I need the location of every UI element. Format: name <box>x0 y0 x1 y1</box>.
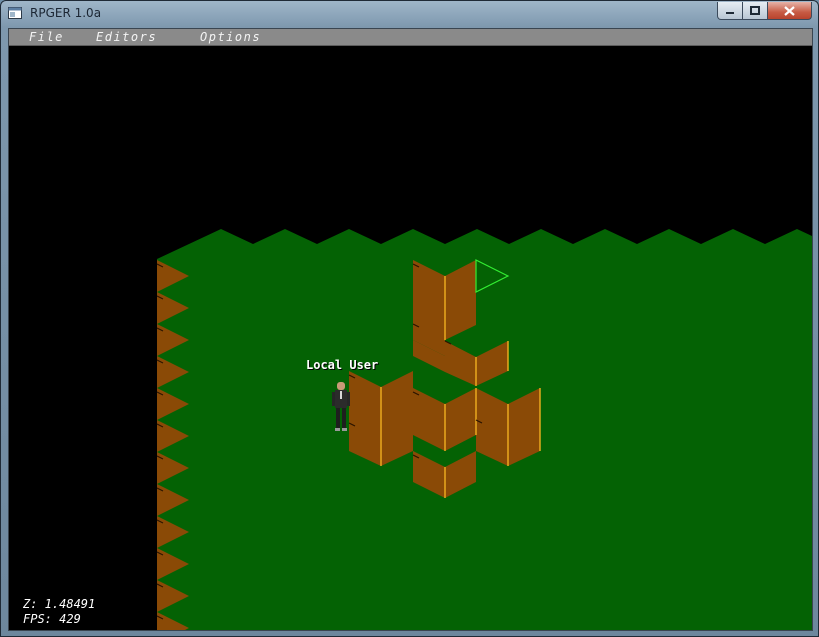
window-title: RPGER 1.0a <box>30 6 102 20</box>
menu-editors[interactable]: Editors <box>96 29 157 45</box>
maximize-button[interactable] <box>742 2 768 20</box>
player-name-label: Local User <box>306 358 379 372</box>
menu-bar: File Editors Options <box>9 29 812 46</box>
minimize-button[interactable] <box>717 2 743 20</box>
wall-segment <box>349 371 381 466</box>
debug-hud: Z: 1.48491 FPS: 429 <box>23 597 95 627</box>
minimize-icon <box>726 11 734 14</box>
close-icon <box>784 5 795 16</box>
close-button[interactable] <box>767 2 812 20</box>
menu-options[interactable]: Options <box>200 29 261 45</box>
fps-counter: FPS: 429 <box>23 612 81 626</box>
title-bar[interactable]: RPGER 1.0a <box>1 1 818 27</box>
menu-file[interactable]: File <box>29 29 64 45</box>
wall-segment <box>381 371 413 466</box>
app-window-icon <box>8 7 22 19</box>
game-viewport[interactable]: Local User Z: 1.48491 FPS: 429 <box>9 46 812 630</box>
isometric-scene[interactable] <box>9 46 812 630</box>
zoom-readout: Z: 1.48491 <box>23 597 96 611</box>
app-window: RPGER 1.0a File Editors Options Local Us… <box>0 0 819 637</box>
wall-segment <box>413 260 445 356</box>
client-area: File Editors Options Local User Z: 1.484… <box>8 28 813 631</box>
maximize-icon <box>750 5 760 15</box>
